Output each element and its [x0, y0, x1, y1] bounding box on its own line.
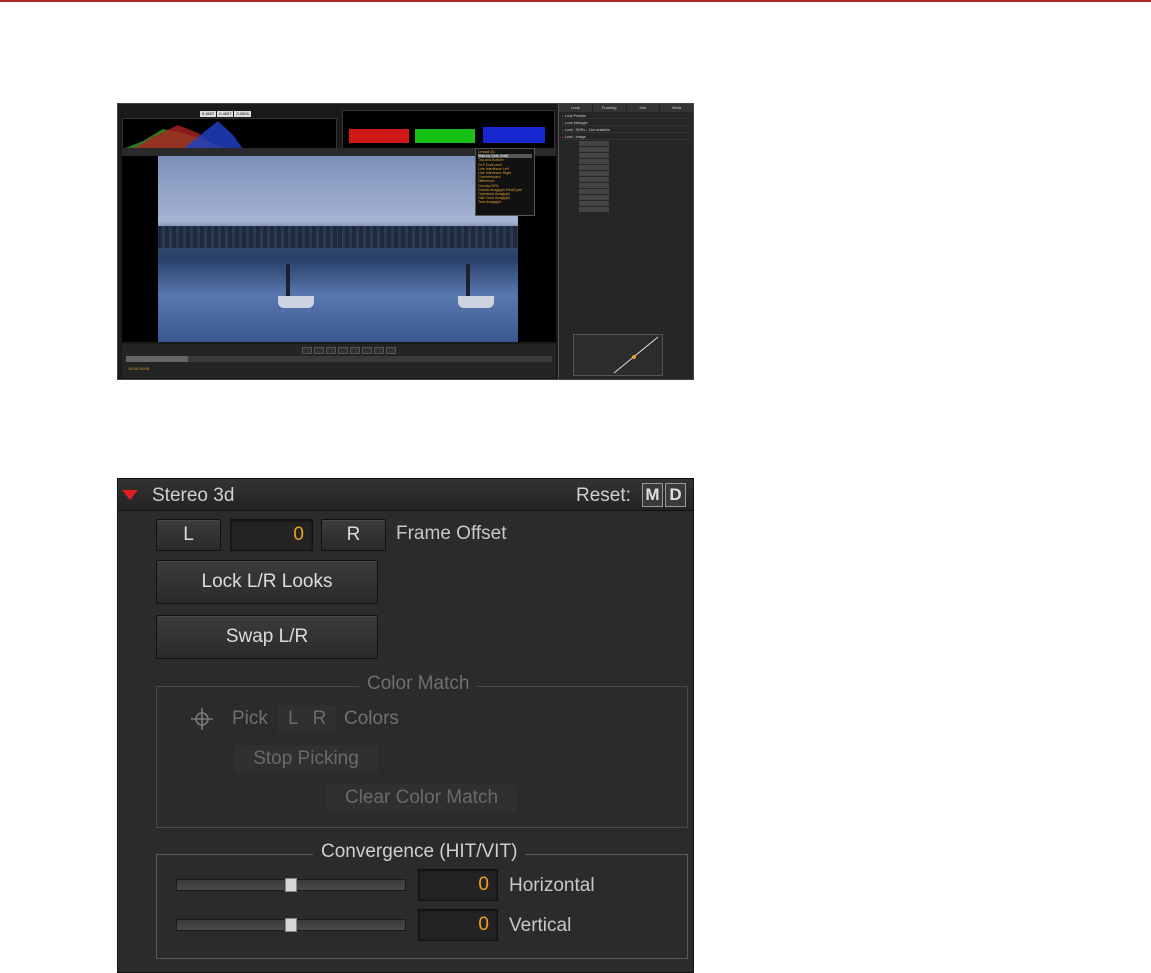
vertical-value-input[interactable]: 0: [418, 909, 498, 941]
vertical-label: Vertical: [509, 915, 572, 936]
readout-value: 0.4007: [217, 111, 234, 117]
side-slider[interactable]: [579, 189, 629, 194]
first-frame-button[interactable]: [302, 347, 312, 354]
play-button[interactable]: [350, 347, 360, 354]
frame-offset-label: Frame Offset: [396, 523, 507, 544]
fast-forward-button[interactable]: [374, 347, 384, 354]
stop-button[interactable]: [314, 347, 324, 354]
step-back-button[interactable]: [338, 347, 348, 354]
side-slider[interactable]: [579, 195, 629, 200]
side-panel: Look Framing Info Meta Look Presets Look…: [558, 104, 693, 379]
stereo-mode-option[interactable]: True Anaglyph: [478, 200, 532, 204]
last-frame-button[interactable]: [386, 347, 396, 354]
horizontal-slider-thumb[interactable]: [285, 878, 297, 892]
side-slider[interactable]: [579, 171, 629, 176]
panel-header: Stereo 3d Reset: M D: [118, 479, 693, 511]
panel-title: Stereo 3d: [152, 485, 235, 506]
stereo-mode-dropdown[interactable]: Default 2D Side-by-Side (Half) Top-and-Bot…: [475, 148, 535, 216]
reset-label: Reset:: [576, 485, 631, 506]
collapse-triangle-icon[interactable]: [122, 490, 138, 500]
rgb-parade-graph: [349, 127, 545, 143]
swap-lr-button[interactable]: Swap L/R: [156, 615, 378, 659]
stop-picking-button[interactable]: Stop Picking: [233, 744, 379, 774]
pixel-readout: 0.4607 0.4007 0.2604: [200, 111, 251, 117]
app-overview-screenshot: 0.4607 0.4007 0.2604 Default 2D Side-by-…: [117, 103, 694, 380]
rgb-parade: [342, 110, 555, 150]
transport-controls: 10:00:16:08: [122, 344, 556, 378]
timecode: 10:00:16:08: [128, 366, 150, 371]
side-row[interactable]: Look Presets: [562, 113, 691, 119]
side-slider[interactable]: [579, 177, 629, 182]
clear-color-match-button[interactable]: Clear Color Match: [325, 783, 518, 813]
side-slider[interactable]: [579, 183, 629, 188]
horizontal-label: Horizontal: [509, 875, 595, 896]
histogram: [122, 118, 337, 150]
readout-value: 0.2604: [234, 111, 251, 117]
curve-graph: [613, 336, 659, 374]
figure: [286, 264, 290, 296]
frame-offset-left-button[interactable]: L: [156, 519, 221, 551]
vertical-slider-thumb[interactable]: [285, 918, 297, 932]
side-tabs: Look Framing Info Meta: [559, 104, 693, 112]
readout-value: 0.4607: [200, 111, 217, 117]
stereo-3d-panel: Stereo 3d Reset: M D L 0 R Frame Offset …: [117, 478, 694, 973]
pick-left-label[interactable]: L: [288, 708, 299, 729]
colors-label: Colors: [344, 708, 399, 729]
tab-meta[interactable]: Meta: [660, 104, 693, 112]
crosshair-icon[interactable]: [191, 708, 213, 730]
rewind-button[interactable]: [326, 347, 336, 354]
step-forward-button[interactable]: [362, 347, 372, 354]
side-slider[interactable]: [579, 141, 629, 146]
pick-label: Pick: [232, 708, 268, 729]
side-slider[interactable]: [579, 207, 629, 212]
treeline: [158, 226, 338, 248]
side-row[interactable]: Look : HDRx – Not available: [562, 127, 691, 133]
side-slider[interactable]: [579, 147, 629, 152]
side-slider[interactable]: [579, 165, 629, 170]
side-slider[interactable]: [579, 153, 629, 158]
boat: [278, 296, 314, 308]
left-eye-image: [158, 156, 338, 342]
transport-buttons: [302, 347, 396, 354]
tab-look[interactable]: Look: [559, 104, 593, 112]
side-slider[interactable]: [579, 201, 629, 206]
frame-offset-right-button[interactable]: R: [321, 519, 386, 551]
frame-offset-input[interactable]: 0: [230, 519, 313, 551]
curve-editor[interactable]: [573, 334, 663, 376]
side-row[interactable]: Look Manager: [562, 120, 691, 126]
tab-framing[interactable]: Framing: [593, 104, 627, 112]
scrub-bar[interactable]: [126, 356, 552, 362]
top-divider: [0, 0, 1151, 2]
pick-right-label[interactable]: R: [313, 708, 327, 729]
scrub-progress: [126, 356, 188, 362]
pick-lr-toggle[interactable]: LR: [277, 704, 337, 734]
boat: [458, 296, 494, 308]
histogram-graph: [123, 121, 243, 149]
reset-d-button[interactable]: D: [665, 483, 686, 507]
scopes-area: 0.4607 0.4007 0.2604: [122, 110, 555, 150]
treeline: [338, 226, 518, 248]
reset-m-button[interactable]: M: [642, 483, 663, 507]
side-row[interactable]: Look : Image: [562, 134, 691, 140]
color-match-legend: Color Match: [359, 673, 478, 695]
side-slider[interactable]: [579, 159, 629, 164]
horizontal-value-input[interactable]: 0: [418, 869, 498, 901]
figure: [466, 264, 470, 296]
lock-lr-looks-button[interactable]: Lock L/R Looks: [156, 560, 378, 604]
tab-info[interactable]: Info: [627, 104, 661, 112]
convergence-legend: Convergence (HIT/VIT): [313, 841, 526, 863]
